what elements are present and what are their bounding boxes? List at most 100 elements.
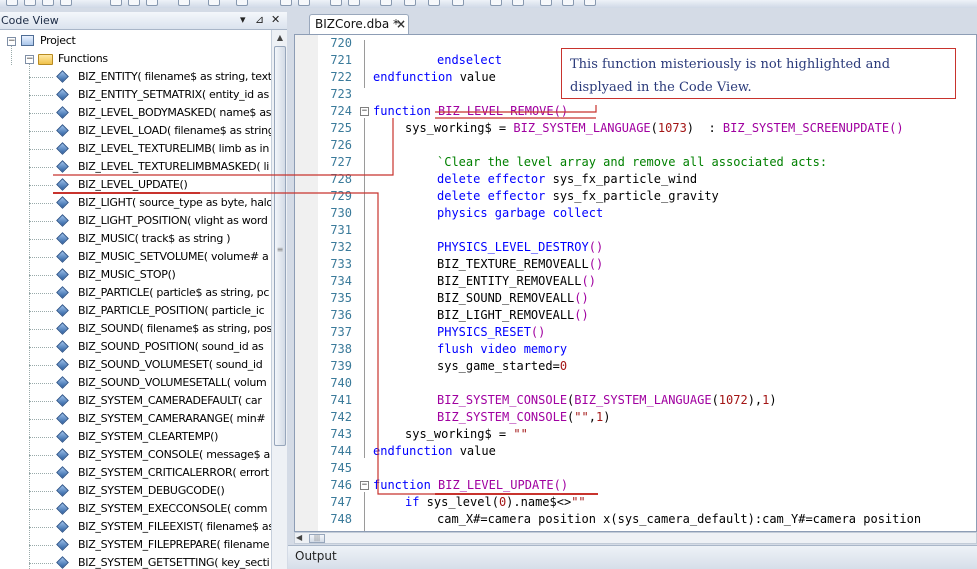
- horizontal-scrollbar[interactable]: ◀ |||: [294, 532, 977, 544]
- line-number: 727: [330, 155, 352, 169]
- save-icon[interactable]: [42, 0, 54, 6]
- tree-item-function[interactable]: BIZ_SOUND_VOLUMESET( sound_id: [0, 356, 271, 374]
- tree-item-function[interactable]: BIZ_LEVEL_UPDATE(): [0, 176, 271, 194]
- align-icon[interactable]: [330, 0, 342, 6]
- code-text: `Clear the level array and remove all as…: [437, 154, 827, 171]
- line-number: 739: [330, 359, 352, 373]
- outdent-icon[interactable]: [298, 0, 310, 6]
- cut-icon[interactable]: [110, 0, 122, 6]
- tree-node-functions[interactable]: − Functions: [0, 50, 271, 68]
- scrollbar-thumb[interactable]: |||: [309, 534, 325, 543]
- copy-icon[interactable]: [128, 0, 140, 6]
- save-all-icon[interactable]: [60, 0, 72, 6]
- tree-item-function[interactable]: BIZ_SOUND_VOLUMESETALL( volum: [0, 374, 271, 392]
- tab-close-icon[interactable]: ×: [396, 15, 406, 33]
- scroll-left-icon[interactable]: ◀: [296, 533, 302, 542]
- tree-item-function[interactable]: BIZ_SYSTEM_FILEPREPARE( filename: [0, 536, 271, 554]
- line-number: 736: [330, 308, 352, 322]
- tree-item-function[interactable]: BIZ_SYSTEM_FILEEXIST( filename$ as: [0, 518, 271, 536]
- function-icon: [56, 556, 69, 569]
- function-icon: [56, 466, 69, 479]
- tree-item-function[interactable]: BIZ_LIGHT( source_type as byte, halo: [0, 194, 271, 212]
- fold-toggle-icon[interactable]: −: [360, 107, 369, 116]
- tree-item-function[interactable]: BIZ_LEVEL_TEXTURELIMB( limb as in: [0, 140, 271, 158]
- indent-icon[interactable]: [280, 0, 292, 6]
- tree-item-function[interactable]: BIZ_SYSTEM_CAMERARANGE( min#: [0, 410, 271, 428]
- code-line: 729 delete effector sys_fx_particle_gravi…: [295, 188, 976, 205]
- down-icon[interactable]: [562, 0, 574, 6]
- code-token: value: [452, 444, 496, 458]
- tree-item-function[interactable]: BIZ_SYSTEM_DEBUGCODE(): [0, 482, 271, 500]
- tree-item-function[interactable]: BIZ_SOUND( filename$ as string, pos: [0, 320, 271, 338]
- scroll-up-icon[interactable]: ▲: [274, 32, 286, 44]
- code-token: "": [513, 427, 528, 441]
- tree-item-function[interactable]: BIZ_SYSTEM_GETSETTING( key_secti: [0, 554, 271, 569]
- tree-item-label: BIZ_LIGHT_POSITION( vlight as word: [78, 214, 268, 227]
- back-icon[interactable]: [490, 0, 502, 6]
- code-token: endselect: [437, 53, 503, 67]
- clear-bookmark-icon[interactable]: [452, 0, 464, 6]
- collapse-icon[interactable]: −: [25, 55, 34, 64]
- fold-toggle-icon[interactable]: −: [360, 481, 369, 490]
- tree-item-function[interactable]: BIZ_LEVEL_BODYMASKED( name$ as: [0, 104, 271, 122]
- code-text: sys_working$ = BIZ_SYSTEM_LANGUAGE(1073)…: [405, 120, 904, 137]
- grip-icon: ≡: [276, 245, 284, 254]
- open-folder-icon[interactable]: [24, 0, 36, 6]
- code-token: BIZ_ENTITY_REMOVEALL: [437, 274, 582, 288]
- output-panel-tab[interactable]: Output: [288, 545, 977, 569]
- line-number: 744: [330, 444, 352, 458]
- up-icon[interactable]: [540, 0, 552, 6]
- calculator-icon[interactable]: [208, 0, 220, 6]
- code-line: 725 sys_working$ = BIZ_SYSTEM_LANGUAGE(10…: [295, 120, 976, 137]
- tree-item-function[interactable]: BIZ_MUSIC( track$ as string ): [0, 230, 271, 248]
- function-icon: [56, 124, 69, 137]
- code-editor[interactable]: 720 721 endselect 722 endfunction value 723 72…: [294, 34, 977, 532]
- tree-item-function[interactable]: BIZ_PARTICLE( particle$ as string, pc: [0, 284, 271, 302]
- tree-item-function[interactable]: BIZ_LEVEL_TEXTURELIMBMASKED( li: [0, 158, 271, 176]
- tree-item-function[interactable]: BIZ_SYSTEM_CAMERADEFAULT( car: [0, 392, 271, 410]
- tree-scrollbar[interactable]: ▲ ≡: [271, 30, 287, 569]
- tree-item-function[interactable]: BIZ_SYSTEM_EXECCONSOLE( comm: [0, 500, 271, 518]
- function-icon: [56, 250, 69, 263]
- list-icon[interactable]: [348, 0, 360, 6]
- tree-item-label: BIZ_SYSTEM_FILEPREPARE( filename: [78, 538, 270, 551]
- code-line: 731: [295, 222, 976, 239]
- tab-label: BIZCore.dba *: [315, 17, 399, 31]
- bookmark-icon[interactable]: [428, 0, 440, 6]
- forward-icon[interactable]: [512, 0, 524, 6]
- tree-item-function[interactable]: BIZ_SOUND_POSITION( sound_id as: [0, 338, 271, 356]
- code-line: 748 cam_X#=camera position x(sys_camera_d…: [295, 511, 976, 528]
- line-number: 742: [330, 410, 352, 424]
- tree-item-label: BIZ_MUSIC_SETVOLUME( volume# a: [78, 250, 269, 263]
- dropdown-arrow-icon[interactable]: ▾: [240, 13, 246, 26]
- print-icon[interactable]: [178, 0, 190, 6]
- tree-item-function[interactable]: BIZ_LEVEL_LOAD( filename$ as string: [0, 122, 271, 140]
- window-icon[interactable]: [380, 0, 392, 6]
- tree-item-function[interactable]: BIZ_PARTICLE_POSITION( particle_ic: [0, 302, 271, 320]
- code-text: BIZ_ENTITY_REMOVEALL(): [437, 273, 596, 290]
- tree-node-project[interactable]: − Project: [0, 32, 271, 50]
- collapse-icon[interactable]: −: [7, 37, 16, 46]
- function-icon: [56, 412, 69, 425]
- tree-item-function[interactable]: BIZ_ENTITY( filename$ as string, text: [0, 68, 271, 86]
- tree-item-function[interactable]: BIZ_MUSIC_STOP(): [0, 266, 271, 284]
- tab-bizcore[interactable]: BIZCore.dba * ×: [309, 14, 409, 34]
- code-line: 742 BIZ_SYSTEM_CONSOLE("",1): [295, 409, 976, 426]
- paste-icon[interactable]: [146, 0, 158, 6]
- line-number: 747: [330, 495, 352, 509]
- tree-item-function[interactable]: BIZ_SYSTEM_CONSOLE( message$ a: [0, 446, 271, 464]
- run-icon[interactable]: [236, 0, 248, 6]
- goto-icon[interactable]: [404, 0, 416, 6]
- close-icon[interactable]: ✕: [271, 13, 280, 26]
- line-number: 722: [330, 70, 352, 84]
- new-icon[interactable]: [6, 0, 18, 6]
- tree-item-function[interactable]: BIZ_MUSIC_SETVOLUME( volume# a: [0, 248, 271, 266]
- tree-item-function[interactable]: BIZ_ENTITY_SETMATRIX( entity_id as: [0, 86, 271, 104]
- tree-item-label: BIZ_MUSIC_STOP(): [78, 268, 176, 281]
- tree-item-function[interactable]: BIZ_LIGHT_POSITION( vlight as word: [0, 212, 271, 230]
- tree-item-label: BIZ_ENTITY_SETMATRIX( entity_id as: [78, 88, 269, 101]
- tree-item-function[interactable]: BIZ_SYSTEM_CRITICALERROR( errort: [0, 464, 271, 482]
- tree-item-function[interactable]: BIZ_SYSTEM_CLEARTEMP(): [0, 428, 271, 446]
- options-icon[interactable]: [584, 0, 596, 6]
- pin-icon[interactable]: ⊿: [255, 13, 264, 26]
